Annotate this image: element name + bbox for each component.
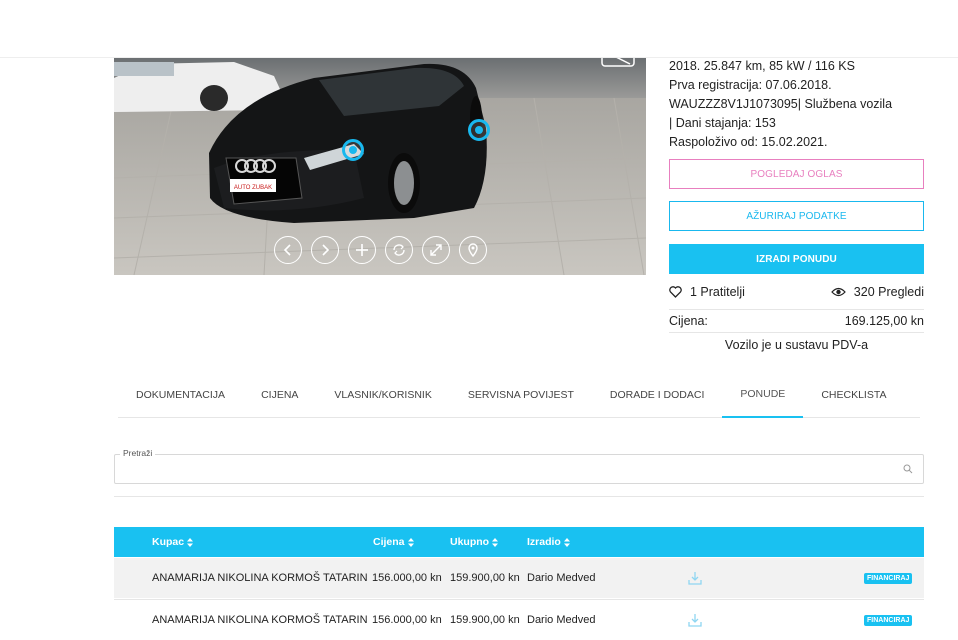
chevron-right-icon: [322, 244, 330, 256]
prev-photo-button[interactable]: [274, 236, 302, 264]
price-value: 169.125,00 kn: [844, 314, 924, 328]
update-data-button[interactable]: AŽURIRAJ PODATKE: [669, 201, 924, 231]
spec-line: 2018. 25.847 km, 85 kW / 116 KS: [669, 59, 855, 73]
tab-cijena[interactable]: CIJENA: [243, 372, 316, 418]
tab-dorade-i-dodaci[interactable]: DORADE I DODACI: [592, 372, 723, 418]
plate-text: AUTO ZUBAK: [234, 185, 272, 191]
fullscreen-button[interactable]: [422, 236, 450, 264]
search-input[interactable]: [115, 455, 895, 483]
sort-icon: [492, 537, 499, 547]
cell-made-by: Dario Medved: [527, 614, 596, 626]
view-listing-button[interactable]: POGLEDAJ OGLAS: [669, 159, 924, 189]
views-count: 320 Pregledi: [853, 285, 924, 299]
vehicle-stats: 1 Pratitelji 320 Pregledi: [669, 285, 924, 303]
search-icon[interactable]: [903, 464, 913, 474]
tab-servisna-povijest[interactable]: SERVISNA POVIJEST: [450, 372, 592, 418]
cell-total: 159.900,00 kn: [450, 614, 520, 626]
cell-buyer: ANAMARIJA NIKOLINA KORMOŠ TATARIN: [152, 614, 368, 626]
column-price[interactable]: Cijena: [373, 527, 414, 557]
column-made-by-label: Izradio: [527, 536, 561, 548]
search-box: [114, 454, 924, 484]
cell-made-by: Dario Medved: [527, 572, 596, 584]
location-pin-icon: [468, 243, 478, 257]
cell-price: 156.000,00 kn: [372, 614, 442, 626]
followers-count: 1 Pratitelji: [690, 285, 745, 299]
eye-icon: [830, 287, 846, 297]
views: 320 Pregledi: [830, 285, 924, 299]
vat-note: Vozilo je u sustavu PDV-a: [724, 338, 869, 352]
spec-line: Raspoloživo od: 15.02.2021.: [669, 135, 828, 149]
followers[interactable]: 1 Pratitelji: [669, 285, 745, 299]
finance-badge[interactable]: FINANCIRAJ: [864, 573, 913, 584]
finance-badge[interactable]: FINANCIRAJ: [864, 615, 913, 626]
column-buyer[interactable]: Kupac: [152, 527, 194, 557]
column-total-label: Ukupno: [450, 536, 490, 548]
expand-icon: [430, 244, 442, 256]
sort-icon: [187, 537, 194, 547]
table-row[interactable]: ANAMARIJA NIKOLINA KORMOŠ TATARIN 156.00…: [114, 558, 924, 598]
rotate-icon: [393, 244, 405, 256]
hotspot-side[interactable]: [468, 119, 490, 141]
tab-ponude[interactable]: PONUDE: [722, 372, 804, 418]
price-row: Cijena: 169.125,00 kn: [669, 309, 924, 333]
column-total[interactable]: Ukupno: [450, 527, 499, 557]
spec-line: Prva registracija: 07.06.2018.: [669, 78, 832, 92]
chevron-left-icon: [283, 244, 291, 256]
search-label: Pretraži: [120, 448, 156, 458]
spec-line: WAUZZZ8V1J1073095| Službena vozila: [669, 97, 893, 111]
rotate-button[interactable]: [385, 236, 413, 264]
create-offer-button[interactable]: IZRADI PONUDU: [669, 244, 924, 274]
plus-icon: [356, 244, 368, 256]
spec-line: | Dani stajanja: 153: [669, 116, 776, 130]
tab-dokumentacija[interactable]: DOKUMENTACIJA: [118, 372, 243, 418]
cell-price: 156.000,00 kn: [372, 572, 442, 584]
vehicle-photo[interactable]: AUTO ZUBAK: [114, 58, 646, 275]
hotspot-headlight[interactable]: [342, 139, 364, 161]
column-made-by[interactable]: Izradio: [527, 527, 570, 557]
gallery-controls: [274, 236, 487, 264]
column-price-label: Cijena: [373, 536, 405, 548]
next-photo-button[interactable]: [311, 236, 339, 264]
column-buyer-label: Kupac: [152, 536, 185, 548]
download-icon[interactable]: [687, 570, 703, 586]
zoom-in-button[interactable]: [348, 236, 376, 264]
camera-icon[interactable]: [600, 58, 636, 68]
cell-buyer: ANAMARIJA NIKOLINA KORMOŠ TATARIN: [152, 572, 368, 584]
vehicle-specs: 2018. 25.847 km, 85 kW / 116 KS Prva reg…: [669, 57, 924, 152]
divider: [114, 496, 924, 497]
offers-table-header: Kupac Cijena Ukupno Izradio: [114, 527, 924, 557]
cell-total: 159.900,00 kn: [450, 572, 520, 584]
heart-icon: [669, 286, 682, 298]
sort-icon: [563, 537, 570, 547]
price-label: Cijena:: [669, 314, 708, 328]
download-icon[interactable]: [687, 612, 703, 628]
section-tabs: DOKUMENTACIJA CIJENA VLASNIK/KORISNIK SE…: [118, 372, 920, 418]
top-navigation-bar: [0, 0, 958, 58]
tab-checklista[interactable]: CHECKLISTA: [803, 372, 904, 418]
sort-icon: [407, 537, 414, 547]
tab-vlasnik-korisnik[interactable]: VLASNIK/KORISNIK: [316, 372, 449, 418]
table-row[interactable]: ANAMARIJA NIKOLINA KORMOŠ TATARIN 156.00…: [114, 599, 924, 639]
location-button[interactable]: [459, 236, 487, 264]
